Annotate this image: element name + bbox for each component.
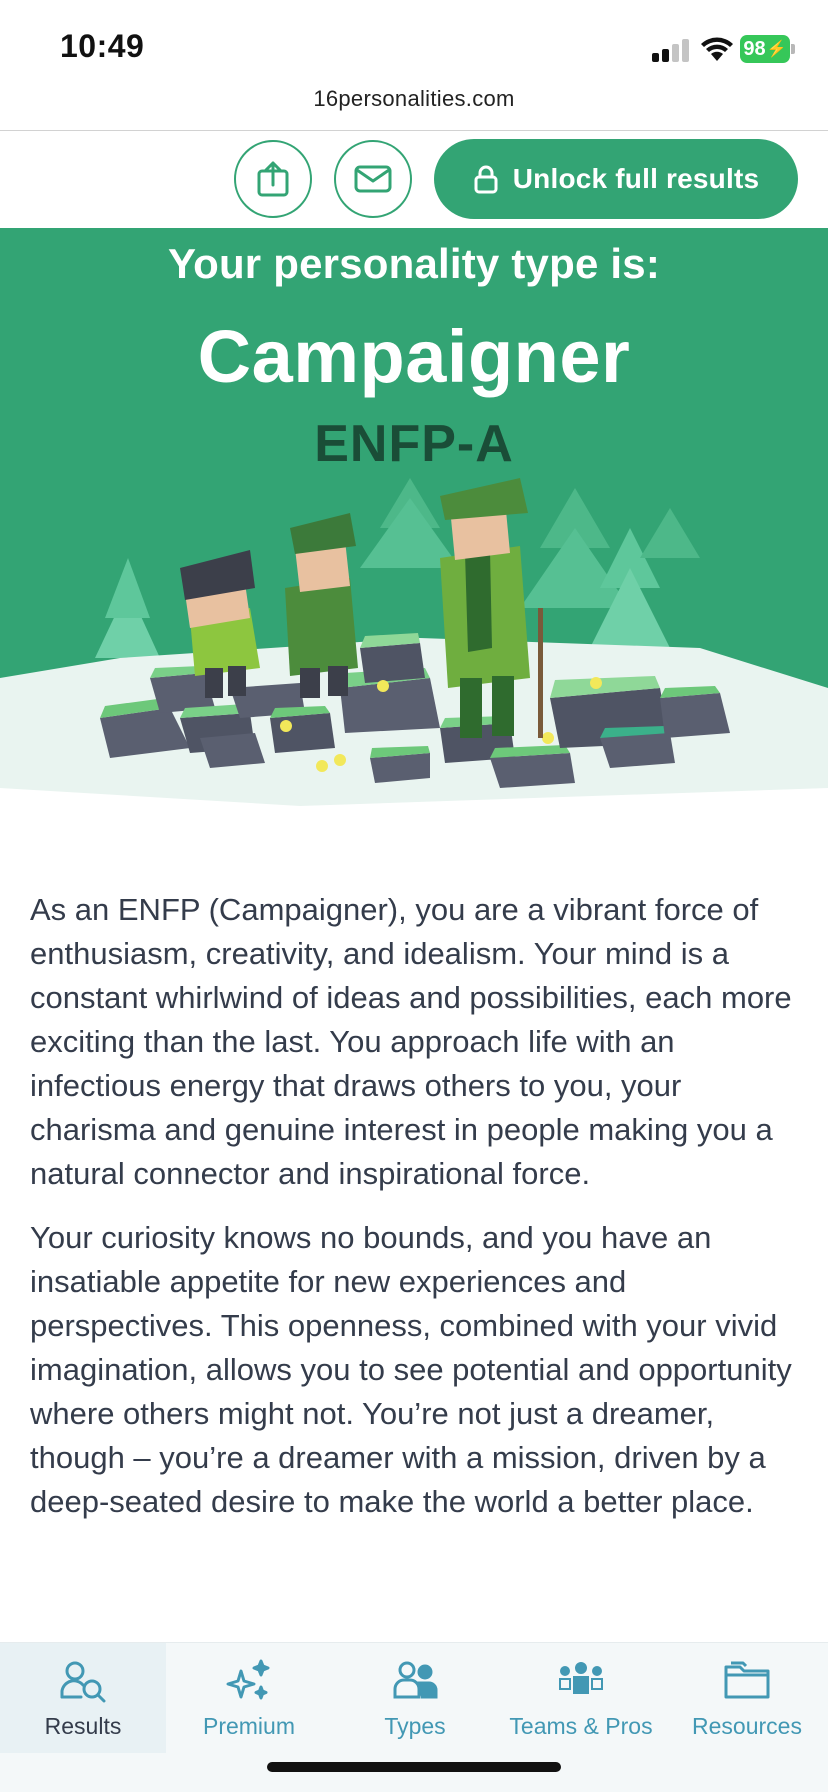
wifi-icon <box>701 37 733 61</box>
nav-item-types[interactable]: Types <box>332 1643 498 1753</box>
address-bar[interactable]: 16personalities.com <box>0 86 828 130</box>
sparkles-icon <box>225 1659 273 1703</box>
nav-item-premium[interactable]: Premium <box>166 1643 332 1753</box>
battery-level: 98 <box>743 37 766 60</box>
nav-label: Types <box>384 1713 446 1739</box>
nav-item-resources[interactable]: Resources <box>664 1643 828 1753</box>
nav-label: Premium <box>202 1713 295 1739</box>
mail-icon <box>354 165 392 193</box>
nav-label: Results <box>44 1713 122 1739</box>
description-paragraph: Your curiosity knows no bounds, and you … <box>30 1220 792 1519</box>
unlock-label: Unlock full results <box>512 163 760 194</box>
nav-item-teams-pros[interactable]: Teams & Pros <box>498 1643 664 1753</box>
status-bar: 10:49 98 ⚡ <box>0 0 828 88</box>
url-text: 16personalities.com <box>313 86 515 111</box>
unlock-full-results-button[interactable]: Unlock full results <box>434 139 798 219</box>
personality-type-code: ENFP-A <box>314 415 514 473</box>
nav-label: Resources <box>692 1713 802 1739</box>
hero-intro: Your personality type is: <box>168 240 660 287</box>
email-button[interactable] <box>334 140 412 218</box>
nav-label: Teams & Pros <box>509 1713 653 1739</box>
results-icon <box>59 1659 107 1703</box>
home-indicator <box>267 1762 561 1772</box>
battery-nub <box>791 44 795 54</box>
teams-icon <box>557 1659 605 1703</box>
lock-icon <box>474 165 498 194</box>
charging-bolt-icon: ⚡ <box>766 41 787 58</box>
status-time: 10:49 <box>60 28 145 64</box>
personality-type-name: Campaigner <box>197 315 631 398</box>
hero-banner: Your personality type is: Campaigner ENF… <box>0 228 828 808</box>
share-button[interactable] <box>234 140 312 218</box>
battery-icon: 98 ⚡ <box>740 35 790 63</box>
types-icon <box>391 1659 439 1703</box>
folder-icon <box>723 1659 771 1703</box>
nav-item-results[interactable]: Results <box>0 1643 166 1753</box>
type-description: As an ENFP (Campaigner), you are a vibra… <box>30 888 800 1544</box>
cellular-signal-icon <box>652 38 692 62</box>
description-paragraph: As an ENFP (Campaigner), you are a vibra… <box>30 892 792 1191</box>
divider <box>0 130 828 131</box>
share-icon <box>257 161 289 197</box>
